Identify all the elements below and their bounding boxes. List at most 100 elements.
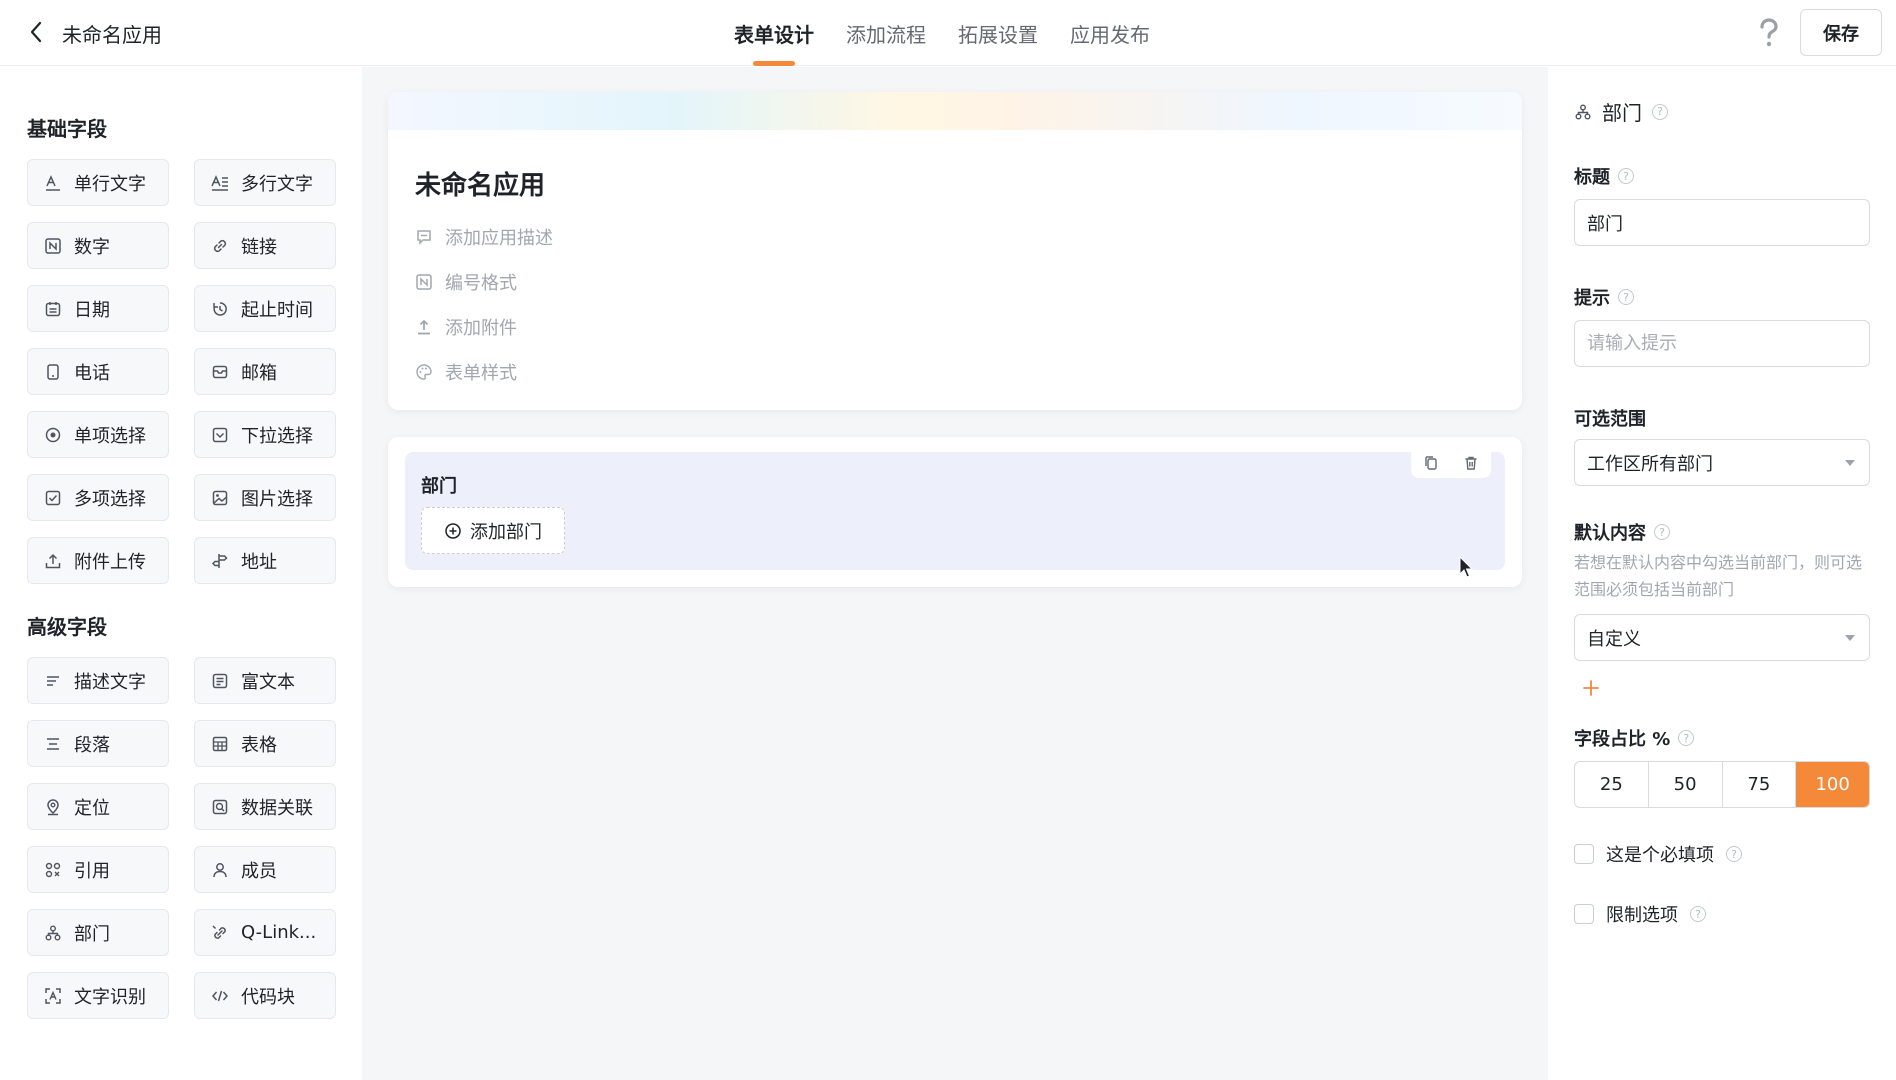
field-location[interactable]: 定位 (27, 783, 169, 830)
field-reference[interactable]: 引用 (27, 846, 169, 893)
ratio-option-100[interactable]: 100 (1796, 762, 1869, 807)
help-circle-icon[interactable]: ? (1678, 730, 1695, 746)
user-icon (213, 862, 227, 877)
help-circle-icon[interactable]: ? (1654, 524, 1670, 540)
form-style-link[interactable]: 表单样式 (415, 359, 517, 385)
field-label: 地址 (241, 551, 277, 573)
caret-down-icon (1845, 460, 1855, 466)
field-label: 文字识别 (74, 986, 146, 1008)
field-code-block[interactable]: 代码块 (194, 972, 336, 1019)
ratio-label-row: 字段占比 % ? (1574, 725, 1695, 751)
required-checkbox[interactable] (1574, 844, 1594, 864)
field-single-line-text[interactable]: 单行文字 (27, 159, 169, 206)
field-label: 多项选择 (74, 488, 146, 510)
required-label: 这是个必填项 (1606, 845, 1714, 866)
help-circle-icon[interactable]: ? (1618, 289, 1634, 305)
default-hint-text: 若想在默认内容中勾选当前部门，则可选范围必须包括当前部门 (1574, 553, 1863, 599)
field-phone[interactable]: 电话 (27, 348, 169, 395)
field-address[interactable]: 地址 (194, 537, 336, 584)
field-time-range[interactable]: 起止时间 (194, 285, 336, 332)
help-circle-icon[interactable]: ? (1652, 103, 1668, 120)
help-button[interactable] (1754, 16, 1784, 50)
ratio-option-75[interactable]: 75 (1723, 762, 1797, 807)
department-field-block[interactable]: 部门 添加部门 (405, 448, 1505, 570)
top-bar: 未命名应用 表单设计 添加流程 拓展设置 应用发布 保存 (0, 0, 1896, 66)
field-number[interactable]: 数字 (27, 222, 169, 269)
save-button[interactable]: 保存 (1800, 9, 1882, 56)
meta-label: 添加附件 (445, 318, 517, 339)
tab-extend-settings[interactable]: 拓展设置 (942, 0, 1054, 66)
copy-field-button[interactable] (1420, 452, 1442, 474)
hint-label: 提示 (1574, 288, 1610, 309)
add-description-link[interactable]: 添加应用描述 (415, 224, 553, 250)
required-checkbox-row[interactable]: 这是个必填项 ? (1574, 841, 1742, 867)
field-date[interactable]: 日期 (27, 285, 169, 332)
field-label: 部门 (74, 923, 110, 945)
delete-field-button[interactable] (1460, 452, 1482, 474)
range-label-row: 可选范围 (1574, 405, 1646, 431)
caret-down-icon (1845, 635, 1855, 641)
field-text-recognition[interactable]: 文字识别 (27, 972, 169, 1019)
field-data-relation[interactable]: 数据关联 (194, 783, 336, 830)
field-label: 多行文字 (241, 173, 313, 195)
limit-checkbox[interactable] (1574, 904, 1594, 924)
mailbox-icon (212, 365, 228, 378)
panel-title: 部门 (1602, 101, 1642, 125)
help-circle-icon[interactable]: ? (1618, 168, 1634, 184)
field-paragraph[interactable]: 段落 (27, 720, 169, 767)
add-default-button[interactable] (1578, 675, 1604, 701)
field-actions (1411, 448, 1491, 478)
ratio-segmented-control: 25 50 75 100 (1574, 761, 1870, 808)
ratio-option-50[interactable]: 50 (1649, 762, 1723, 807)
field-dropdown[interactable]: 下拉选择 (194, 411, 336, 458)
org-chart-icon (45, 925, 61, 940)
field-attachment-upload[interactable]: 附件上传 (27, 537, 169, 584)
field-description-text[interactable]: 描述文字 (27, 657, 169, 704)
add-attachment-link[interactable]: 添加附件 (415, 314, 517, 340)
tab-form-design[interactable]: 表单设计 (718, 0, 830, 66)
field-single-choice[interactable]: 单项选择 (27, 411, 169, 458)
form-title[interactable]: 未命名应用 (415, 165, 545, 202)
ratio-option-25[interactable]: 25 (1575, 762, 1649, 807)
chevron-left-icon (30, 21, 42, 43)
field-multi-line-text[interactable]: 多行文字 (194, 159, 336, 206)
field-label: 图片选择 (241, 488, 313, 510)
tab-add-flow[interactable]: 添加流程 (830, 0, 942, 66)
limit-checkbox-row[interactable]: 限制选项 ? (1574, 901, 1706, 927)
basic-fields-title: 基础字段 (27, 117, 107, 141)
field-member[interactable]: 成员 (194, 846, 336, 893)
number-format-link[interactable]: 编号格式 (415, 269, 517, 295)
range-select[interactable]: 工作区所有部门 (1574, 439, 1870, 486)
description-icon (47, 675, 59, 686)
hint-label-row: 提示 ? (1574, 284, 1634, 310)
meta-label: 表单样式 (445, 363, 517, 384)
signpost-icon (211, 553, 228, 568)
field-multi-choice[interactable]: 多项选择 (27, 474, 169, 521)
default-content-select[interactable]: 自定义 (1574, 614, 1870, 661)
field-email[interactable]: 邮箱 (194, 348, 336, 395)
field-table[interactable]: 表格 (194, 720, 336, 767)
hint-input[interactable] (1574, 320, 1870, 367)
title-input[interactable] (1574, 199, 1870, 246)
field-q-link[interactable]: Q-Link... (194, 909, 336, 956)
limit-label: 限制选项 (1606, 905, 1678, 926)
field-label: 定位 (74, 797, 110, 819)
range-label: 可选范围 (1574, 409, 1646, 430)
help-circle-icon[interactable]: ? (1726, 846, 1742, 862)
advanced-fields-title: 高级字段 (27, 615, 107, 639)
field-rich-text[interactable]: 富文本 (194, 657, 336, 704)
add-department-button[interactable]: 添加部门 (421, 507, 565, 554)
phone-icon (47, 363, 59, 380)
main-tabs: 表单设计 添加流程 拓展设置 应用发布 (718, 0, 1166, 66)
field-label: 电话 (74, 362, 110, 384)
title-label: 标题 (1574, 167, 1610, 188)
field-image-choice[interactable]: 图片选择 (194, 474, 336, 521)
field-department[interactable]: 部门 (27, 909, 169, 956)
help-circle-icon[interactable]: ? (1690, 906, 1706, 922)
field-link[interactable]: 链接 (194, 222, 336, 269)
mouse-cursor-icon (1459, 556, 1474, 578)
field-label: 起止时间 (241, 299, 313, 321)
scan-text-icon (45, 987, 61, 1004)
tab-app-publish[interactable]: 应用发布 (1054, 0, 1166, 66)
back-button[interactable] (22, 18, 50, 46)
